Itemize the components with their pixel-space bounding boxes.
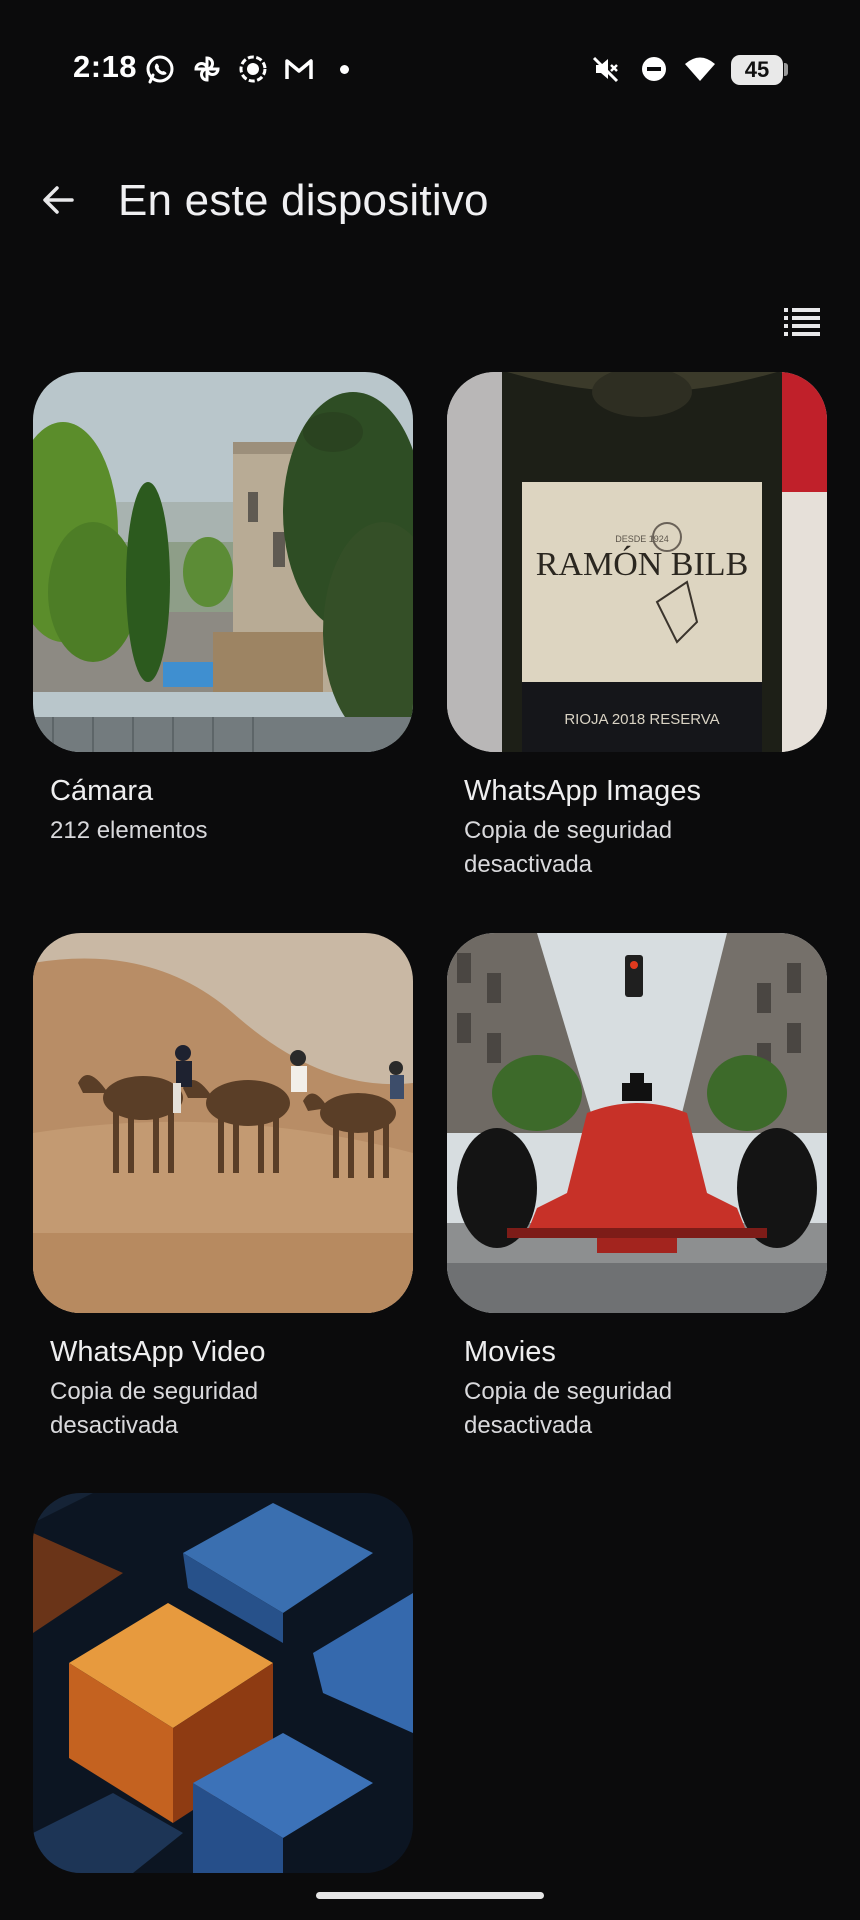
back-button[interactable] xyxy=(30,172,86,228)
album-thumbnail-camara[interactable] xyxy=(33,372,413,752)
wine-label-small-text: DESDE 1924 xyxy=(615,534,669,544)
album-title: Cámara xyxy=(50,775,154,807)
album-thumbnail-whatsapp-images[interactable]: RAMÓN BILB DESDE 1924 RIOJA 2018 RESERVA xyxy=(447,372,827,752)
album-subtitle: Copia de seguridad desactivada xyxy=(464,1378,673,1439)
album-subtitle: Copia de seguridad desactivada xyxy=(50,1378,259,1439)
list-view-toggle-button[interactable] xyxy=(778,300,826,344)
album-whatsapp-video[interactable]: WhatsApp Video Copia de seguridad desact… xyxy=(33,933,413,1443)
wine-label-text: RAMÓN BILB xyxy=(536,545,749,583)
page-title: En este dispositivo xyxy=(118,176,489,225)
whatsapp-icon xyxy=(146,55,174,84)
more-notifications-dot xyxy=(340,65,349,74)
album-thumbnail-whatsapp-video[interactable] xyxy=(33,933,413,1313)
album-thumbnail-movies[interactable] xyxy=(447,933,827,1313)
battery-level: 45 xyxy=(744,57,770,82)
screen-record-icon xyxy=(239,55,267,83)
album-title: Movies xyxy=(464,1336,556,1368)
album-wallpapers[interactable] xyxy=(33,1493,413,1873)
album-thumbnail-cubes[interactable] xyxy=(33,1493,413,1873)
album-subtitle: Copia de seguridad desactivada xyxy=(464,817,673,878)
mute-icon xyxy=(592,56,619,83)
battery-icon: 45 xyxy=(731,55,783,85)
home-indicator[interactable] xyxy=(316,1892,544,1899)
list-view-icon xyxy=(784,308,820,336)
album-movies[interactable]: Movies Copia de seguridad desactivada xyxy=(447,933,827,1443)
album-camara[interactable]: Cámara 212 elementos xyxy=(33,372,413,848)
wifi-icon xyxy=(685,57,715,81)
album-title: WhatsApp Images xyxy=(464,775,701,807)
battery-cap xyxy=(784,63,788,76)
album-title: WhatsApp Video xyxy=(50,1336,266,1368)
gmail-icon xyxy=(285,59,313,79)
pinwheel-icon xyxy=(194,56,220,82)
clock: 2:18 xyxy=(73,49,138,84)
do-not-disturb-icon xyxy=(642,57,666,81)
wine-bottle-image: RAMÓN BILB DESDE 1924 RIOJA 2018 RESERVA xyxy=(447,372,827,752)
race-car-image xyxy=(447,933,827,1313)
album-subtitle: 212 elementos xyxy=(50,817,208,844)
arrow-left-icon xyxy=(43,186,74,214)
cubes-wallpaper-image xyxy=(33,1493,413,1873)
status-bar: 2:18 45 xyxy=(0,0,860,140)
desert-camels-image xyxy=(33,933,413,1313)
street-photo-image xyxy=(33,372,413,752)
wine-label-bottom-text: RIOJA 2018 RESERVA xyxy=(564,711,719,728)
album-whatsapp-images[interactable]: RAMÓN BILB DESDE 1924 RIOJA 2018 RESERVA… xyxy=(447,372,827,882)
